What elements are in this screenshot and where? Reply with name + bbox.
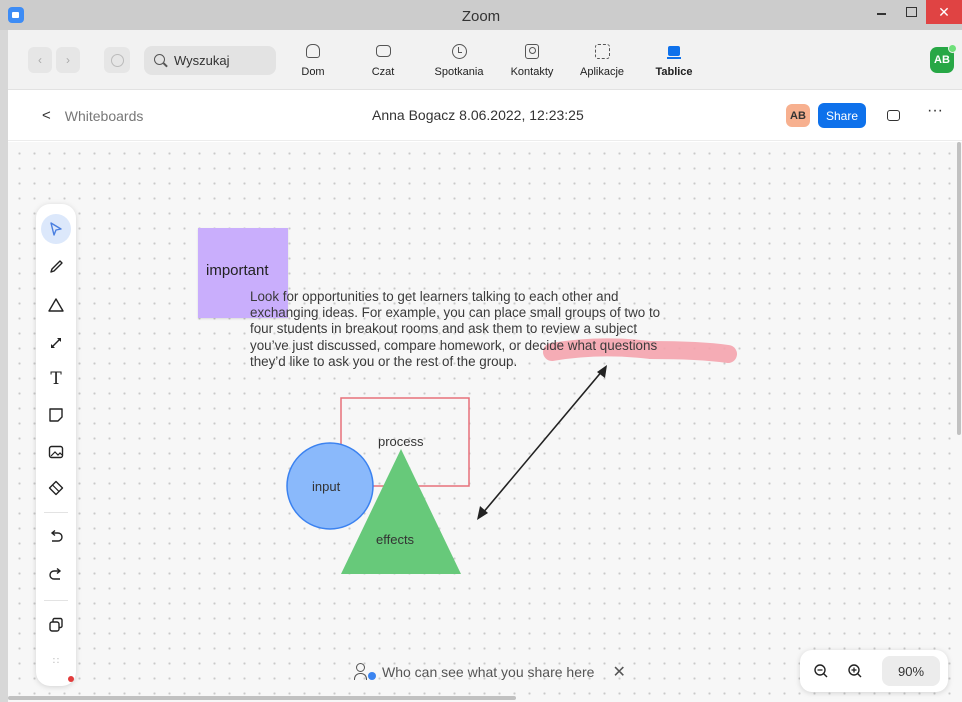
redo-button[interactable]	[40, 560, 72, 590]
tab-label: Kontakty	[510, 66, 554, 78]
text-tool-button[interactable]: T	[40, 364, 72, 394]
comments-button[interactable]	[884, 106, 902, 124]
chevron-left-icon: <	[42, 107, 51, 124]
share-visibility-hint[interactable]: Who can see what you share here ✕	[354, 661, 626, 683]
redo-icon	[49, 567, 62, 580]
window-title: Zoom	[461, 8, 501, 25]
window-titlebar: Zoom ✕	[0, 0, 962, 30]
visibility-dot	[368, 672, 376, 680]
tab-label: Czat	[371, 66, 395, 78]
undo-button[interactable]	[40, 522, 72, 552]
whiteboard-canvas[interactable]	[8, 142, 962, 702]
zoom-level-display[interactable]: 90%	[882, 656, 940, 686]
collaborator-avatar[interactable]: AB	[786, 104, 810, 127]
back-to-whiteboards-link[interactable]: < Whiteboards	[42, 107, 143, 124]
home-icon	[304, 42, 322, 60]
eraser-icon	[48, 480, 64, 496]
connector-tool-button[interactable]	[40, 328, 72, 358]
pen-tool-button[interactable]	[40, 252, 72, 282]
triangle-shape-icon	[48, 298, 64, 312]
sticky-note-icon	[49, 408, 63, 422]
zoom-out-icon	[814, 664, 828, 678]
history-icon	[110, 53, 124, 67]
search-input[interactable]: Wyszukaj	[144, 46, 276, 75]
chat-icon	[374, 42, 392, 60]
whiteboard-header: < Whiteboards Anna Bogacz 8.06.2022, 12:…	[8, 90, 962, 141]
maximize-button[interactable]	[896, 0, 926, 24]
more-options-button[interactable]: ···	[924, 102, 946, 124]
pen-icon	[50, 260, 63, 273]
input-label: input	[312, 479, 341, 494]
comment-icon	[886, 109, 900, 121]
eraser-tool-button[interactable]	[40, 473, 72, 503]
share-hint-text: Who can see what you share here	[382, 664, 595, 680]
search-placeholder: Wyszukaj	[174, 53, 230, 68]
tab-dom[interactable]: Dom	[298, 36, 328, 86]
sticky-note-tool-button[interactable]	[40, 400, 72, 430]
whiteboard-toolbar: T ∷	[36, 204, 76, 686]
minimize-button[interactable]	[866, 0, 896, 24]
whiteboard-title: Anna Bogacz 8.06.2022, 12:23:25	[372, 107, 584, 123]
share-button[interactable]: Share	[818, 103, 866, 128]
connector-arrow-icon	[51, 338, 61, 348]
sticky-note-text: important	[206, 262, 269, 279]
clock-icon	[450, 42, 468, 60]
effects-label: effects	[376, 532, 415, 547]
layers-button[interactable]	[40, 610, 72, 640]
image-icon	[48, 445, 64, 459]
toolbar-divider	[44, 600, 68, 601]
zoom-out-button[interactable]	[810, 660, 832, 682]
horizontal-scrollbar[interactable]	[8, 696, 516, 700]
top-navigation-bar: ‹ › Wyszukaj Dom Czat Spotkania Kontakty…	[8, 30, 962, 90]
undo-icon	[50, 529, 63, 542]
board-text-block[interactable]: Look for opportunities to get learners t…	[250, 289, 740, 370]
shape-tool-button[interactable]	[40, 290, 72, 320]
tab-spotkania[interactable]: Spotkania	[428, 36, 490, 86]
presence-status-dot	[948, 44, 957, 53]
history-button[interactable]	[104, 47, 130, 73]
search-icon	[154, 53, 168, 68]
close-icon[interactable]: ✕	[612, 662, 625, 682]
contacts-icon	[523, 42, 541, 60]
tab-label: Dom	[301, 66, 325, 78]
zoom-in-button[interactable]	[844, 660, 866, 682]
drag-handle-icon[interactable]: ∷	[40, 646, 72, 676]
toolbar-divider	[44, 512, 68, 513]
zoom-in-icon	[848, 664, 862, 678]
whiteboard-icon	[665, 42, 683, 60]
vertical-scrollbar[interactable]	[957, 142, 961, 435]
back-link-label: Whiteboards	[64, 107, 144, 124]
nav-forward-button[interactable]: ›	[56, 47, 80, 73]
zoom-controls: 90%	[800, 650, 948, 692]
window-left-frame	[0, 30, 8, 702]
nav-back-button[interactable]: ‹	[28, 47, 52, 73]
close-window-button[interactable]: ✕	[926, 0, 962, 24]
tab-kontakty[interactable]: Kontakty	[506, 36, 558, 86]
tab-czat[interactable]: Czat	[368, 36, 398, 86]
tab-label: Aplikacje	[579, 66, 625, 78]
tab-tablice[interactable]: Tablice	[646, 36, 702, 86]
tab-label: Spotkania	[434, 66, 484, 78]
layers-icon	[49, 617, 63, 632]
pointer-icon	[50, 222, 62, 236]
tab-label: Tablice	[655, 66, 693, 78]
process-label: process	[378, 434, 424, 449]
current-color-indicator[interactable]	[68, 676, 74, 682]
image-tool-button[interactable]	[40, 437, 72, 467]
select-tool-button[interactable]	[41, 214, 71, 244]
tab-aplikacje[interactable]: Aplikacje	[574, 36, 630, 86]
apps-icon	[593, 42, 611, 60]
